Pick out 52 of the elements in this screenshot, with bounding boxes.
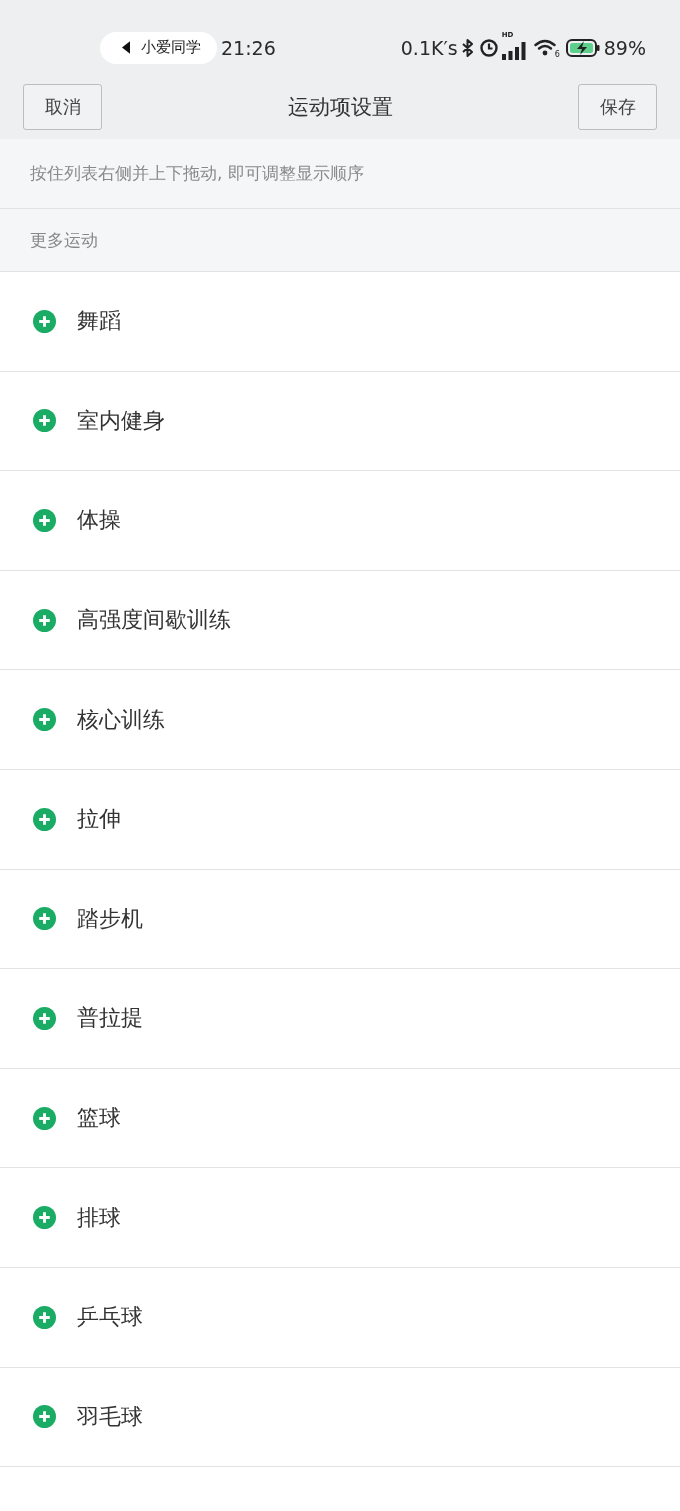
sport-list-item[interactable]: 排球	[0, 1168, 680, 1268]
battery-charging-icon	[565, 38, 600, 57]
add-circle-icon[interactable]	[33, 807, 56, 831]
add-circle-icon[interactable]	[33, 409, 56, 433]
sport-name: 羽毛球	[77, 1402, 143, 1431]
add-circle-icon[interactable]	[33, 1106, 56, 1130]
sport-list-item[interactable]: 踏步机	[0, 869, 680, 970]
back-triangle-icon	[122, 41, 130, 54]
add-circle-icon[interactable]	[33, 1405, 56, 1429]
wifi-label: 6	[554, 51, 560, 59]
signal-icon	[501, 41, 526, 60]
status-time: 21:26	[221, 36, 276, 59]
sport-name: 舞蹈	[77, 307, 121, 336]
wifi-icon	[533, 39, 556, 56]
add-circle-icon[interactable]	[33, 1006, 56, 1030]
section-title: 更多运动	[30, 228, 98, 252]
add-circle-icon[interactable]	[33, 1305, 56, 1329]
add-circle-icon[interactable]	[33, 708, 56, 732]
sport-list-item[interactable]: 篮球	[0, 1068, 680, 1169]
network-speed: 0.1K′s	[400, 36, 458, 59]
cancel-button[interactable]: 取消	[23, 84, 102, 130]
sport-list-item[interactable]: 高强度间歇训练	[0, 570, 680, 671]
sport-name: 拉伸	[77, 805, 121, 834]
sport-list-item[interactable]: 体操	[0, 471, 680, 571]
add-circle-icon[interactable]	[33, 1206, 56, 1230]
sport-name: 高强度间歇训练	[77, 606, 231, 635]
sport-list-item[interactable]: 拉伸	[0, 769, 680, 870]
sport-list-item[interactable]: 核心训练	[0, 670, 680, 770]
sport-name: 乒乓球	[77, 1303, 143, 1332]
sport-name: 排球	[77, 1203, 121, 1232]
add-circle-icon[interactable]	[33, 907, 56, 931]
sport-name: 核心训练	[77, 705, 165, 734]
page-title: 运动项设置	[287, 94, 393, 121]
add-circle-icon[interactable]	[33, 608, 56, 632]
save-button[interactable]: 保存	[578, 84, 657, 130]
sport-name: 普拉提	[77, 1004, 143, 1033]
hint-text: 按住列表右侧并上下拖动, 即可调整显示顺序	[30, 162, 364, 185]
assistant-pill[interactable]: 小爱同学	[100, 31, 217, 64]
sport-name: 踏步机	[77, 904, 143, 933]
sport-name: 篮球	[77, 1104, 121, 1133]
sport-list-item[interactable]: 羽毛球	[0, 1367, 680, 1468]
sport-list-item[interactable]: 普拉提	[0, 969, 680, 1069]
bluetooth-icon	[461, 38, 474, 57]
sport-name: 体操	[77, 506, 121, 535]
add-circle-icon[interactable]	[33, 509, 56, 532]
battery-percent: 89%	[603, 36, 646, 59]
clock-icon	[479, 38, 498, 57]
sport-name: 室内健身	[77, 406, 165, 435]
sport-list-item[interactable]: 乒乓球	[0, 1267, 680, 1368]
sport-list-item[interactable]: 室内健身	[0, 371, 680, 472]
sport-list-item[interactable]: 舞蹈	[0, 272, 680, 372]
add-circle-icon[interactable]	[33, 309, 56, 333]
